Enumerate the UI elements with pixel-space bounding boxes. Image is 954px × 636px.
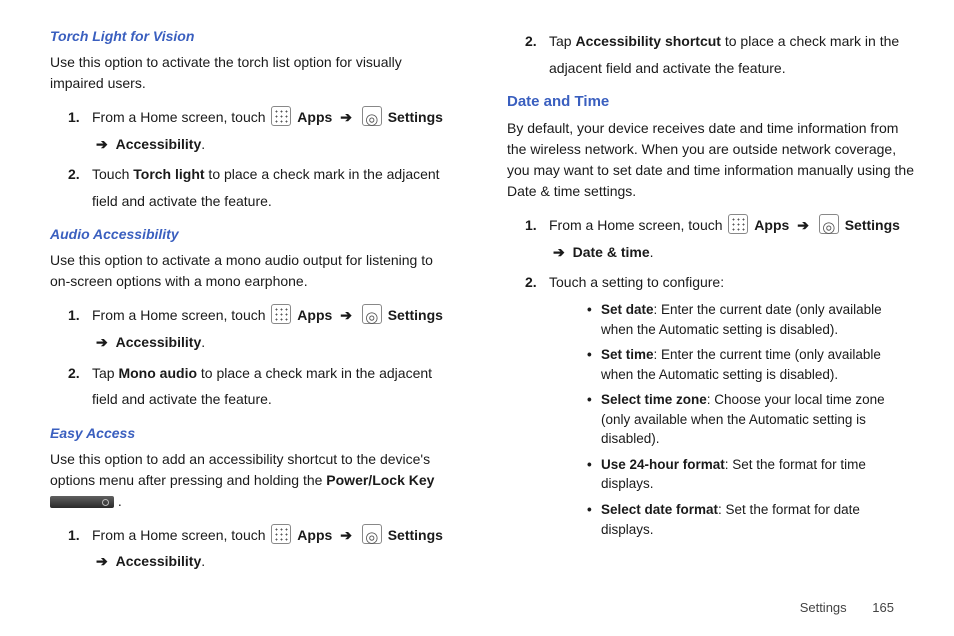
left-column: Torch Light for Vision Use this option t… — [50, 28, 457, 560]
arrow-icon: ➔ — [96, 131, 108, 158]
easy-step2: Tap Accessibility shortcut to place a ch… — [507, 28, 914, 81]
audio-step1: From a Home screen, touch Apps ➔ Setting… — [50, 302, 457, 355]
dt-bullet-item: Set date: Enter the current date (only a… — [587, 300, 914, 339]
audio-step2: Tap Mono audio to place a check mark in … — [50, 360, 457, 413]
heading-easy: Easy Access — [50, 425, 457, 441]
settings-icon — [362, 304, 382, 324]
dt-steps: From a Home screen, touch Apps ➔ Setting… — [507, 212, 914, 539]
audio-steps: From a Home screen, touch Apps ➔ Setting… — [50, 302, 457, 412]
easy-step1: From a Home screen, touch Apps ➔ Setting… — [50, 522, 457, 575]
settings-icon — [362, 106, 382, 126]
right-column: Tap Accessibility shortcut to place a ch… — [507, 28, 914, 560]
torch-step2: Touch Torch light to place a check mark … — [50, 161, 457, 214]
apps-icon — [271, 304, 291, 324]
dt-bullet-item: Select date format: Set the format for d… — [587, 500, 914, 539]
audio-intro: Use this option to activate a mono audio… — [50, 250, 457, 292]
arrow-icon: ➔ — [553, 239, 565, 266]
easy-steps-right: Tap Accessibility shortcut to place a ch… — [507, 28, 914, 81]
heading-audio: Audio Accessibility — [50, 226, 457, 242]
apps-icon — [271, 106, 291, 126]
power-lock-key-icon — [50, 496, 114, 508]
apps-icon — [728, 214, 748, 234]
footer-section: Settings — [800, 600, 847, 615]
torch-intro: Use this option to activate the torch li… — [50, 52, 457, 94]
dt-bullet-list: Set date: Enter the current date (only a… — [549, 300, 914, 539]
page-footer: Settings 165 — [0, 600, 954, 615]
apps-icon — [271, 524, 291, 544]
dt-bullet-item: Set time: Enter the current time (only a… — [587, 345, 914, 384]
arrow-icon: ➔ — [340, 302, 352, 329]
settings-icon — [819, 214, 839, 234]
dt-bullet-item: Use 24-hour format: Set the format for t… — [587, 455, 914, 494]
arrow-icon: ➔ — [797, 212, 809, 239]
dt-step2: Touch a setting to configure: Set date: … — [507, 269, 914, 539]
arrow-icon: ➔ — [340, 522, 352, 549]
arrow-icon: ➔ — [340, 104, 352, 131]
dt-intro: By default, your device receives date an… — [507, 118, 914, 202]
easy-steps-left: From a Home screen, touch Apps ➔ Setting… — [50, 522, 457, 575]
easy-intro: Use this option to add an accessibility … — [50, 449, 457, 512]
footer-page-number: 165 — [872, 600, 894, 615]
torch-steps: From a Home screen, touch Apps ➔ Setting… — [50, 104, 457, 214]
torch-step1: From a Home screen, touch Apps ➔ Setting… — [50, 104, 457, 157]
arrow-icon: ➔ — [96, 548, 108, 575]
heading-date-time: Date and Time — [507, 93, 914, 110]
dt-step1: From a Home screen, touch Apps ➔ Setting… — [507, 212, 914, 265]
arrow-icon: ➔ — [96, 329, 108, 356]
dt-bullet-item: Select time zone: Choose your local time… — [587, 390, 914, 449]
heading-torch: Torch Light for Vision — [50, 28, 457, 44]
settings-icon — [362, 524, 382, 544]
page-body: Torch Light for Vision Use this option t… — [0, 0, 954, 570]
